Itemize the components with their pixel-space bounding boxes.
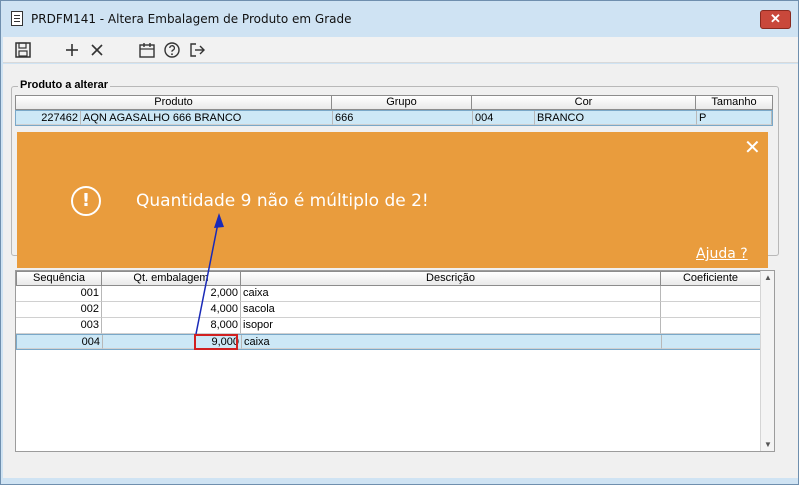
- col-descricao[interactable]: Descrição: [241, 271, 661, 286]
- title-bar: PRDFM141 - Altera Embalagem de Produto e…: [1, 1, 798, 37]
- seq-cell: 002: [16, 302, 102, 318]
- product-group-title: Produto a alterar: [18, 79, 111, 91]
- product-row[interactable]: 227462 AQN AGASALHO 666 BRANCO 666 004 B…: [15, 110, 773, 126]
- descricao-cell[interactable]: caixa: [241, 286, 661, 302]
- exit-icon[interactable]: [187, 40, 207, 60]
- product-color-code: 004: [473, 111, 535, 125]
- content-area: Produto a alterar Produto Grupo Cor Tama…: [3, 64, 798, 478]
- col-produto[interactable]: Produto: [15, 95, 332, 110]
- product-grid: Produto Grupo Cor Tamanho 227462 AQN AGA…: [15, 95, 773, 126]
- coeficiente-cell[interactable]: [661, 286, 761, 302]
- calendar-icon[interactable]: [137, 40, 157, 60]
- col-qt-embalagem[interactable]: Qt. embalagem: [102, 271, 241, 286]
- descricao-cell[interactable]: isopor: [241, 318, 661, 334]
- product-size: P: [697, 111, 772, 125]
- qt-cell[interactable]: 2,000: [102, 286, 241, 302]
- close-icon[interactable]: ✕: [744, 138, 761, 158]
- seq-cell: 001: [16, 286, 102, 302]
- product-group-value: 666: [333, 111, 473, 125]
- col-coeficiente[interactable]: Coeficiente: [661, 271, 761, 286]
- col-grupo[interactable]: Grupo: [332, 95, 472, 110]
- highlight-box: [194, 334, 238, 350]
- product-code: 227462: [16, 111, 81, 125]
- error-toast: ✕ ! Quantidade 9 não é múltiplo de 2! Aj…: [17, 132, 768, 268]
- vertical-scrollbar[interactable]: ▲ ▼: [760, 271, 774, 451]
- document-icon: [11, 11, 23, 26]
- coeficiente-cell[interactable]: [661, 302, 761, 318]
- qt-cell[interactable]: 8,000: [102, 318, 241, 334]
- window-close-button[interactable]: ✕: [760, 10, 791, 29]
- descricao-cell[interactable]: caixa: [242, 335, 662, 349]
- packaging-grid-header: Sequência Qt. embalagem Descrição Coefic…: [16, 271, 774, 286]
- table-row[interactable]: 003 8,000 isopor: [16, 318, 774, 334]
- seq-cell: 004: [17, 335, 103, 349]
- qt-cell[interactable]: 4,000: [102, 302, 241, 318]
- alert-icon: !: [71, 186, 101, 216]
- help-link[interactable]: Ajuda ?: [696, 246, 748, 262]
- product-grid-header: Produto Grupo Cor Tamanho: [15, 95, 773, 110]
- scroll-up-icon[interactable]: ▲: [763, 273, 773, 282]
- toast-message: Quantidade 9 não é múltiplo de 2!: [136, 191, 429, 211]
- toolbar: [3, 37, 798, 63]
- col-cor[interactable]: Cor: [472, 95, 696, 110]
- table-row[interactable]: 002 4,000 sacola: [16, 302, 774, 318]
- descricao-cell[interactable]: sacola: [241, 302, 661, 318]
- add-icon[interactable]: [62, 40, 82, 60]
- product-color: BRANCO: [535, 111, 697, 125]
- window-title: PRDFM141 - Altera Embalagem de Produto e…: [31, 12, 352, 26]
- col-tamanho[interactable]: Tamanho: [696, 95, 773, 110]
- col-sequencia[interactable]: Sequência: [16, 271, 102, 286]
- packaging-grid: Sequência Qt. embalagem Descrição Coefic…: [15, 270, 775, 452]
- scroll-down-icon[interactable]: ▼: [763, 440, 773, 449]
- table-row[interactable]: 001 2,000 caixa: [16, 286, 774, 302]
- delete-icon[interactable]: [87, 40, 107, 60]
- product-name: AQN AGASALHO 666 BRANCO: [81, 111, 333, 125]
- seq-cell: 003: [16, 318, 102, 334]
- coeficiente-cell[interactable]: [661, 318, 761, 334]
- coeficiente-cell[interactable]: [662, 335, 762, 349]
- help-icon[interactable]: [162, 40, 182, 60]
- table-row-selected[interactable]: 004 9,000 caixa: [16, 334, 774, 350]
- save-icon[interactable]: [13, 40, 33, 60]
